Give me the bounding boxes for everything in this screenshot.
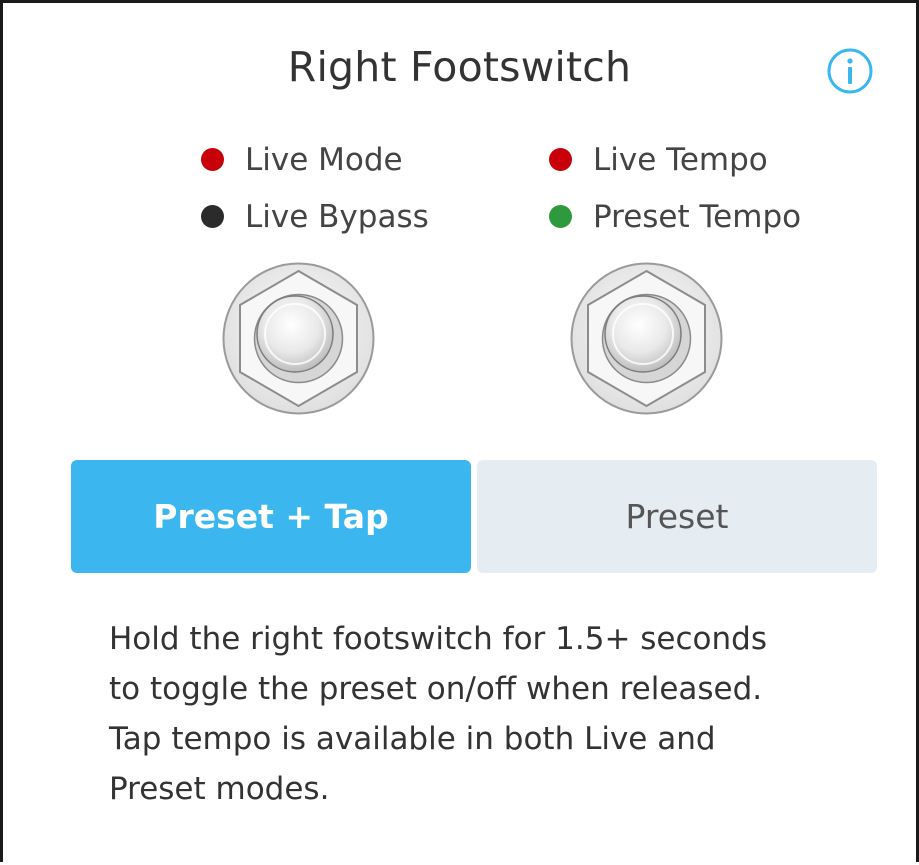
led-dark-dot — [201, 205, 224, 228]
footswitch-right-icon[interactable] — [569, 261, 724, 416]
panel-title: Right Footswitch — [287, 43, 632, 91]
mode-button-preset[interactable]: Preset — [477, 460, 877, 573]
mode-button-preset-tap[interactable]: Preset + Tap — [71, 460, 471, 573]
legend-label: Live Mode — [245, 142, 403, 178]
description-line: Hold the right footswitch for 1.5+ secon… — [109, 621, 767, 657]
legend-label: Live Tempo — [593, 142, 768, 178]
legend-label: Preset Tempo — [593, 199, 802, 235]
description-line: to toggle the preset on/off when release… — [109, 671, 763, 707]
led-red-dot — [201, 148, 224, 171]
right-footswitch-panel: Right Footswitch Live Mode Live Bypass L… — [0, 0, 919, 862]
mode-selector: Preset + Tap Preset — [71, 460, 877, 573]
footswitch-left-icon[interactable] — [221, 261, 376, 416]
description-text: Hold the right footswitch for 1.5+ secon… — [109, 614, 849, 814]
description-line: Tap tempo is available in both Live and — [109, 721, 716, 757]
legend-label: Live Bypass — [245, 199, 429, 235]
led-green-dot — [549, 205, 572, 228]
description-line: Preset modes. — [109, 771, 330, 807]
info-icon[interactable] — [826, 47, 874, 95]
led-red-dot — [549, 148, 572, 171]
